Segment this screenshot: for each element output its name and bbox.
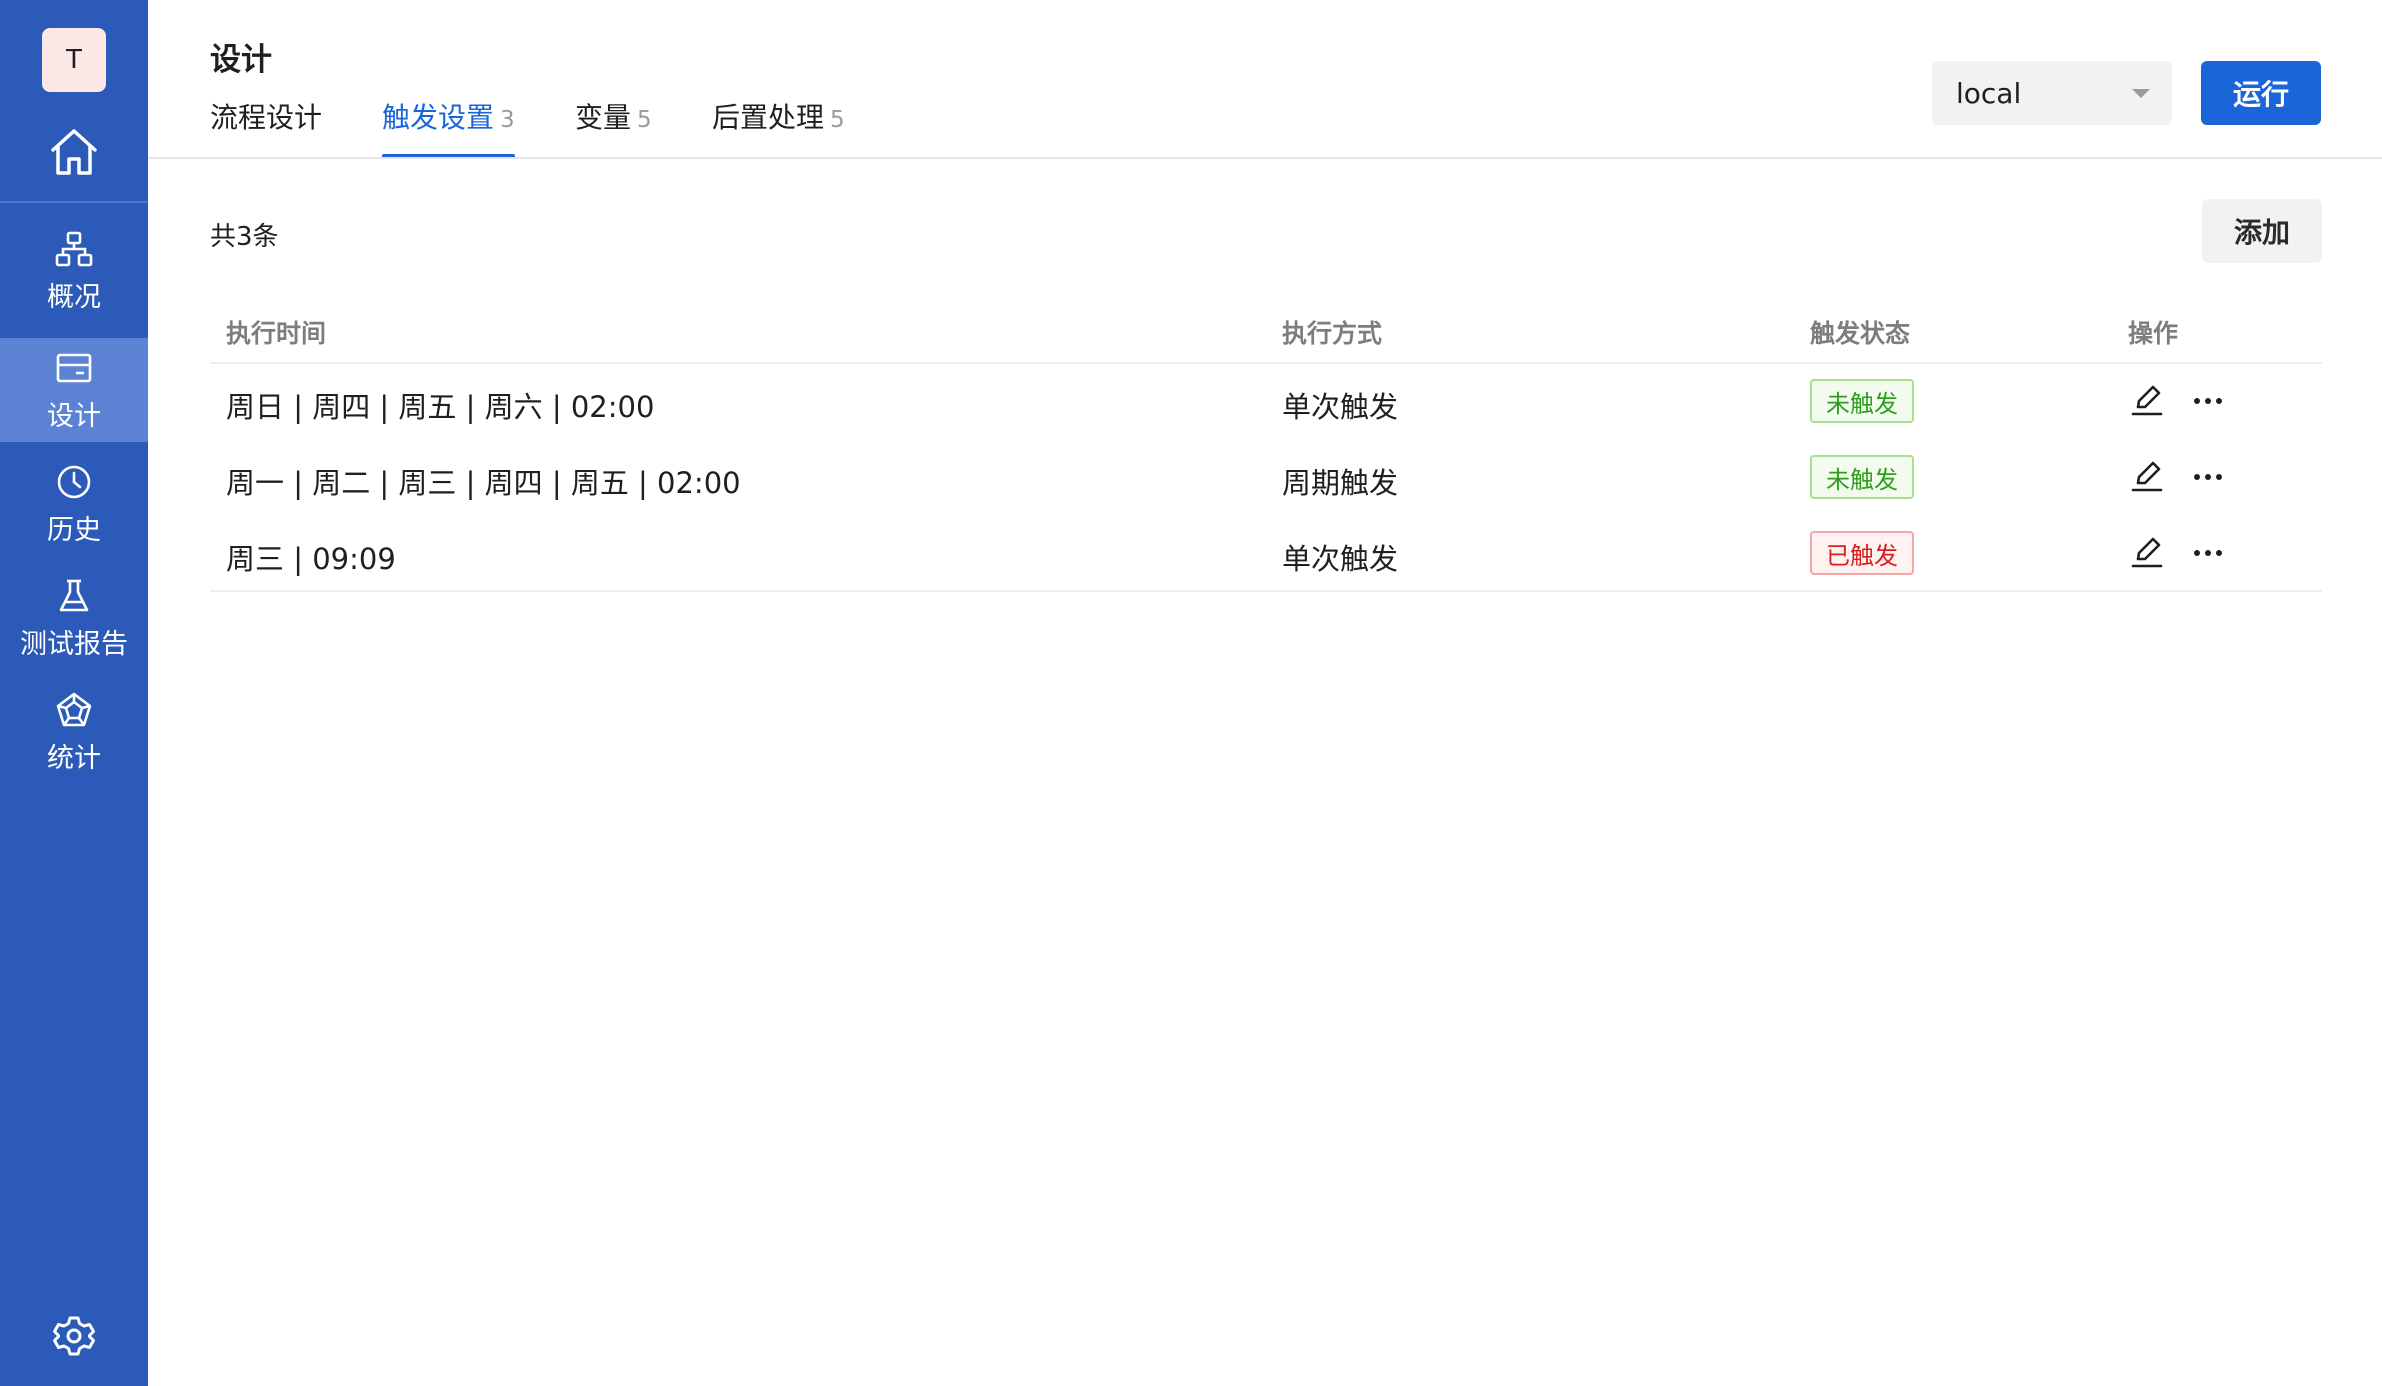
tab-trigger-settings[interactable]: 触发设置 3	[382, 96, 515, 158]
tab-count: 5	[830, 107, 845, 133]
sidebar-item-label: 测试报告	[20, 628, 128, 660]
status-badge: 未触发	[1810, 455, 1914, 499]
tab-flow-design[interactable]: 流程设计	[210, 96, 322, 158]
edit-icon[interactable]	[2128, 381, 2166, 419]
column-header-actions: 操作	[2128, 319, 2179, 348]
flask-icon	[59, 579, 89, 611]
sidebar-item-statistics[interactable]: 统计	[0, 680, 148, 784]
gear-icon[interactable]	[52, 1314, 96, 1358]
more-icon[interactable]	[2190, 538, 2226, 568]
tab-label: 变量	[575, 101, 632, 134]
run-button[interactable]: 运行	[2201, 61, 2321, 125]
chevron-down-icon	[2132, 89, 2150, 98]
home-icon	[51, 129, 97, 175]
add-button[interactable]: 添加	[2202, 199, 2322, 263]
sidebar-item-test-report[interactable]: 测试报告	[0, 566, 148, 670]
trigger-table: 执行时间 执行方式 触发状态 操作 周日 | 周四 | 周五 | 周六 | 02…	[210, 292, 2322, 592]
column-header-status: 触发状态	[1810, 319, 1911, 348]
cell-mode: 单次触发	[1282, 542, 1399, 576]
sidebar-item-label: 设计	[47, 400, 101, 432]
layout-card-icon	[56, 353, 92, 382]
header-divider	[148, 157, 2382, 159]
sidebar-item-history[interactable]: 历史	[0, 452, 148, 556]
edit-icon[interactable]	[2128, 533, 2166, 571]
sidebar-item-label: 统计	[47, 742, 101, 774]
avatar[interactable]: T	[42, 28, 106, 92]
cell-time: 周日 | 周四 | 周五 | 周六 | 02:00	[226, 390, 655, 424]
total-count: 共3条	[210, 222, 279, 252]
tab-variables[interactable]: 变量 5	[575, 96, 652, 158]
sitemap-icon	[55, 231, 93, 266]
table-row: 周日 | 周四 | 周五 | 周六 | 02:00 单次触发 未触发	[210, 364, 2322, 440]
more-icon[interactable]	[2190, 386, 2226, 416]
column-header-time: 执行时间	[226, 319, 327, 348]
sidebar: T 概况 设计 历史 测试报告 统计	[0, 0, 148, 1386]
tab-label: 触发设置	[382, 101, 495, 134]
cell-mode: 单次触发	[1282, 390, 1399, 424]
sidebar-item-overview[interactable]: 概况	[0, 219, 148, 323]
sidebar-item-label: 历史	[47, 514, 101, 546]
cell-mode: 周期触发	[1282, 466, 1399, 500]
page-title: 设计	[210, 42, 272, 78]
status-badge: 已触发	[1810, 531, 1914, 575]
clock-icon	[57, 465, 91, 498]
sidebar-item-label: 概况	[47, 281, 101, 313]
sidebar-item-design[interactable]: 设计	[0, 338, 148, 442]
environment-select[interactable]: local	[1932, 61, 2172, 125]
cell-time: 周一 | 周二 | 周三 | 周四 | 周五 | 02:00	[226, 466, 741, 500]
cell-time: 周三 | 09:09	[226, 542, 396, 576]
more-icon[interactable]	[2190, 462, 2226, 492]
tab-post-processing[interactable]: 后置处理 5	[712, 96, 845, 158]
tab-label: 后置处理	[712, 101, 825, 134]
tab-label: 流程设计	[210, 101, 323, 134]
tab-count: 3	[500, 107, 515, 133]
environment-selected-value: local	[1956, 76, 2022, 110]
table-row: 周三 | 09:09 单次触发 已触发	[210, 516, 2322, 592]
column-header-mode: 执行方式	[1282, 319, 1383, 348]
status-badge: 未触发	[1810, 379, 1914, 423]
tab-count: 5	[637, 107, 652, 133]
table-header: 执行时间 执行方式 触发状态 操作	[210, 292, 2322, 364]
pentagon-chart-icon	[56, 692, 92, 726]
home-button[interactable]	[40, 118, 108, 186]
edit-icon[interactable]	[2128, 457, 2166, 495]
table-row: 周一 | 周二 | 周三 | 周四 | 周五 | 02:00 周期触发 未触发	[210, 440, 2322, 516]
sidebar-divider	[0, 201, 148, 203]
